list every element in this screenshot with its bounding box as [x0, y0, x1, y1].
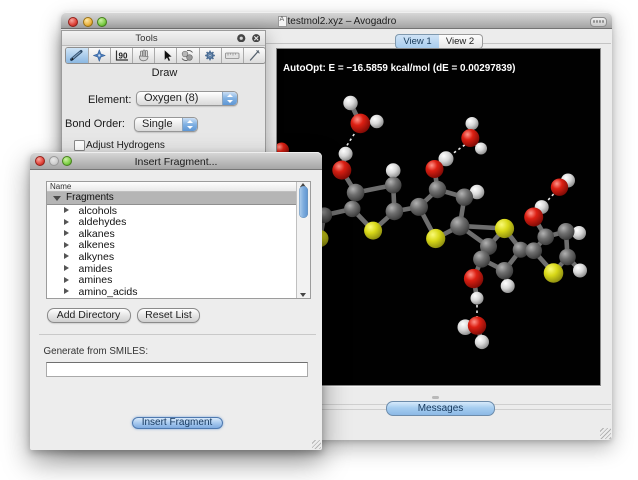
svg-text:AutoOpt: E = −16.5859 kcal/mol: AutoOpt: E = −16.5859 kcal/mol (dE = 0.0… — [283, 63, 515, 74]
svg-text:90: 90 — [118, 51, 127, 60]
